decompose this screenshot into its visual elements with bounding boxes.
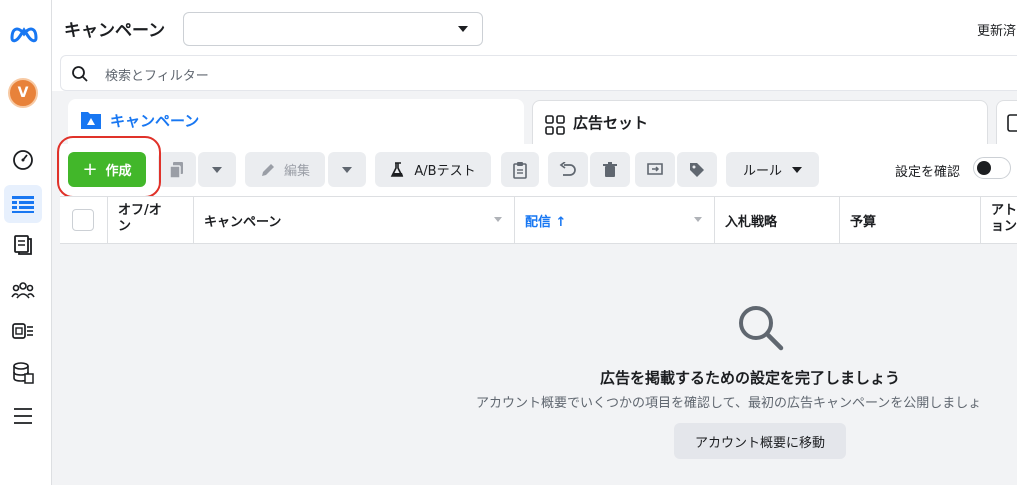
sort-icon	[694, 217, 702, 222]
export-button[interactable]	[635, 152, 675, 187]
column-attribution-line2: ョン	[991, 219, 1017, 234]
campaign-toolbar: + 作成 編集 A/Bテスト ルール	[60, 144, 1017, 196]
column-campaign-label: キャンペーン	[204, 215, 282, 230]
menu-icon[interactable]	[9, 403, 37, 429]
search-icon	[739, 306, 784, 351]
trash-icon	[603, 161, 617, 177]
edit-button-label: 編集	[283, 164, 310, 179]
table-header: オフ/オ ン キャンペーン 配信 ↑ 入札戦略 予算 アト ョン	[60, 196, 1017, 244]
flask-icon	[391, 161, 404, 177]
column-delivery-label: 配信 ↑	[525, 215, 567, 230]
tab-ad-sets-label: 広告セット	[573, 114, 649, 132]
page-title: キャンペーン	[64, 21, 166, 41]
chevron-down-icon	[792, 166, 802, 173]
clipboard-icon	[513, 161, 527, 179]
column-bid-strategy-label: 入札戦略	[725, 215, 778, 230]
create-button-highlight	[57, 136, 161, 198]
toggle-knob	[977, 161, 991, 175]
tag-icon	[690, 162, 704, 177]
left-rail: V	[0, 0, 52, 485]
dashboard-icon[interactable]	[9, 147, 37, 173]
audiences-icon[interactable]	[9, 277, 37, 303]
edit-button[interactable]: 編集	[245, 152, 325, 187]
meta-logo-icon[interactable]	[8, 22, 40, 44]
chevron-down-icon	[342, 166, 352, 173]
tab-ad-sets[interactable]: 広告セット	[532, 100, 988, 144]
empty-state-title: 広告を掲載するための設定を完了しましょう	[600, 369, 901, 387]
go-to-account-overview-button[interactable]: アカウント概要に移動	[674, 423, 846, 459]
ads-manager-app: V キャンペーン 更新済 検索とフィルター キャンペーン 広告セット + 作成 …	[0, 0, 1017, 485]
duplicate-dropdown[interactable]	[198, 152, 236, 187]
column-on-off-line2: ン	[118, 219, 132, 234]
ad-icon	[1007, 114, 1017, 132]
column-on-off-line1: オフ/オ	[118, 203, 162, 218]
column-on-off[interactable]: オフ/オ ン	[108, 197, 194, 243]
update-status: 更新済	[977, 24, 1017, 39]
avatar[interactable]: V	[8, 78, 38, 108]
export-icon	[647, 162, 663, 175]
column-bid-strategy[interactable]: 入札戦略	[715, 197, 840, 243]
undo-button[interactable]	[548, 152, 588, 187]
tag-button[interactable]	[677, 152, 717, 187]
column-budget[interactable]: 予算	[840, 197, 981, 243]
chevron-down-icon	[212, 166, 222, 173]
ab-test-button-label: A/Bテスト	[414, 164, 476, 179]
ad-pages-icon[interactable]	[9, 232, 37, 258]
column-campaign[interactable]: キャンペーン	[194, 197, 515, 243]
ads-list-icon[interactable]	[9, 318, 37, 344]
tab-ads[interactable]	[996, 100, 1017, 144]
rules-dropdown[interactable]: ルール	[726, 152, 819, 187]
clipboard-button[interactable]	[501, 152, 539, 187]
rules-label: ルール	[742, 164, 782, 179]
select-all-checkbox[interactable]	[72, 209, 94, 231]
duplicate-button[interactable]	[158, 152, 196, 187]
search-icon	[72, 66, 88, 82]
review-settings-label: 設定を確認	[895, 165, 961, 180]
empty-state-description: アカウント概要でいくつかの項目を確認して、最初の広告キャンペーンを公開しましょ	[476, 396, 982, 411]
delete-button[interactable]	[590, 152, 630, 187]
sort-icon	[494, 217, 502, 222]
column-delivery[interactable]: 配信 ↑	[515, 197, 715, 243]
search-placeholder: 検索とフィルター	[105, 69, 209, 84]
undo-icon	[559, 161, 576, 176]
column-attribution-line1: アト	[991, 203, 1017, 218]
tab-campaigns-label: キャンペーン	[110, 112, 200, 130]
column-budget-label: 予算	[850, 215, 877, 230]
edit-dropdown[interactable]	[328, 152, 366, 187]
review-settings-toggle[interactable]	[973, 157, 1011, 179]
duplicate-icon	[169, 161, 183, 179]
column-attribution[interactable]: アト ョン	[981, 197, 1017, 243]
search-filter-bar[interactable]: 検索とフィルター	[60, 55, 1017, 91]
folder-icon	[81, 112, 101, 129]
campaigns-table-icon[interactable]	[4, 185, 42, 223]
pencil-icon	[261, 163, 274, 176]
billing-stack-icon[interactable]	[9, 360, 37, 386]
ab-test-button[interactable]: A/Bテスト	[375, 152, 491, 187]
chevron-down-icon	[458, 26, 468, 32]
grid-icon	[545, 115, 565, 135]
campaign-select[interactable]	[183, 12, 483, 46]
select-all-cell	[60, 197, 108, 243]
